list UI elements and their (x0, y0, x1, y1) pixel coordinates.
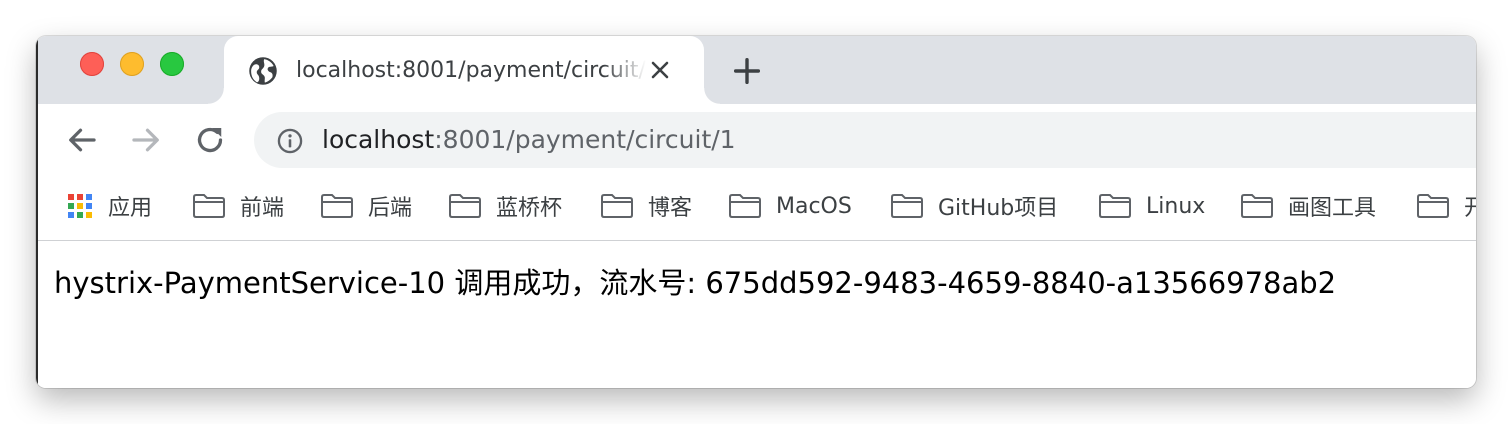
bookmark-label: 画图工具 (1288, 196, 1377, 221)
forward-arrow-icon[interactable] (128, 122, 164, 158)
bookmark-folder-linux[interactable]: Linux (1098, 190, 1205, 222)
url-host: localhost (322, 125, 435, 154)
apps-grid-icon (68, 194, 92, 218)
bookmark-label: 前端 (240, 196, 285, 221)
bookmark-folder-blog[interactable]: 博客 (600, 190, 692, 222)
tab-strip: localhost:8001/payment/circuit/1 (36, 36, 1476, 104)
folder-icon (193, 194, 225, 218)
folder-icon (729, 194, 761, 218)
folder-icon (891, 194, 923, 218)
bookmark-label: 开 (1464, 196, 1476, 221)
new-tab-icon[interactable] (730, 54, 764, 88)
response-text: hystrix-PaymentService-10 调用成功，流水号: 675d… (54, 266, 1337, 300)
bookmark-label: 蓝桥杯 (496, 196, 563, 221)
bookmark-label: GitHub项目 (938, 196, 1059, 221)
bookmark-folder-macos[interactable]: MacOS (728, 190, 852, 222)
bookmarks-bar: 应用 前端 后端 蓝桥杯 博客 MacOS GitHub项目 Linux 画图工… (36, 176, 1476, 241)
folder-icon (321, 194, 353, 218)
close-tab-icon[interactable] (648, 58, 672, 82)
browser-window: localhost:8001/payment/circuit/1 localho… (36, 36, 1476, 388)
folder-icon (449, 194, 481, 218)
bookmark-folder-github[interactable]: GitHub项目 (890, 190, 1058, 222)
back-arrow-icon[interactable] (64, 122, 100, 158)
folder-icon (601, 194, 633, 218)
bookmark-folder-frontend[interactable]: 前端 (192, 190, 284, 222)
bookmark-folder-drawing-tools[interactable]: 画图工具 (1240, 190, 1376, 222)
bookmark-label: 应用 (108, 196, 153, 221)
url-path: :8001/payment/circuit/1 (434, 125, 736, 154)
globe-icon (249, 57, 277, 85)
active-tab[interactable]: localhost:8001/payment/circuit/1 (208, 36, 720, 104)
bookmark-folder-lanqiao[interactable]: 蓝桥杯 (448, 190, 562, 222)
bookmark-folder-dev[interactable]: 开 (1416, 190, 1476, 222)
navigation-toolbar: localhost:8001/payment/circuit/1 (36, 104, 1476, 176)
bookmark-folder-backend[interactable]: 后端 (320, 190, 412, 222)
close-window-button[interactable] (80, 52, 104, 76)
info-icon[interactable] (276, 127, 304, 155)
folder-icon (1099, 194, 1131, 218)
folder-icon (1241, 194, 1273, 218)
reload-icon[interactable] (192, 122, 228, 158)
page-content: hystrix-PaymentService-10 调用成功，流水号: 675d… (36, 241, 1476, 388)
window-edge (36, 36, 38, 388)
folder-icon (1417, 194, 1449, 218)
maximize-window-button[interactable] (160, 52, 184, 76)
address-bar[interactable]: localhost:8001/payment/circuit/1 (254, 112, 1476, 168)
bookmark-label: MacOS (776, 193, 852, 219)
bookmark-label: Linux (1146, 193, 1206, 219)
bookmark-apps[interactable]: 应用 (66, 190, 152, 222)
url-text[interactable]: localhost:8001/payment/circuit/1 (322, 124, 736, 156)
minimize-window-button[interactable] (120, 52, 144, 76)
bookmark-label: 后端 (368, 196, 413, 221)
bookmark-label: 博客 (648, 196, 693, 221)
tab-title: localhost:8001/payment/circuit/1 (296, 58, 646, 83)
